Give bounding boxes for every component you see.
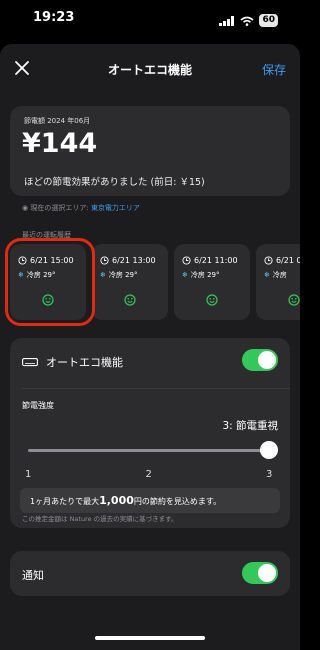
savings-period-label: 節電額 2024 年06月 [24,117,91,125]
snowflake-icon: ❄ [100,271,106,279]
toggle-knob [258,351,276,369]
notification-label: 通知 [22,569,44,582]
snowflake-icon: ❄ [182,271,188,279]
savings-amount: ¥144 [22,128,98,159]
clock-icon [100,256,109,265]
estimate-prefix: 1ヶ月あたりで最大 [30,497,100,506]
smile-icon [206,291,218,310]
smile-icon [124,291,136,310]
toggle-knob [258,564,276,582]
auto-eco-toggle[interactable] [242,349,278,371]
wifi-icon [240,11,254,30]
history-card[interactable]: 6/21 09 ❄ 冷房 [256,244,300,320]
page-title: オートエコ機能 [107,63,192,77]
strength-value: 3: 節電重視 [222,420,278,432]
status-icons: 60 [219,11,278,30]
home-indicator [95,636,205,640]
auto-eco-label: オートエコ機能 [46,356,123,369]
highlight-annotation [5,238,95,326]
estimate-box: 1ヶ月あたりで最大1,000円の節約を見込めます。 [20,488,280,513]
status-time: 19:23 [33,10,75,25]
area-prefix: 現在の選択エリア: [30,204,91,212]
save-button[interactable]: 保存 [262,61,286,78]
clock-icon [182,256,191,265]
location-pin-icon: ◉ [22,204,29,212]
slider-tick-label: 2 [145,469,152,480]
history-time: 6/21 09 [276,256,300,265]
estimate-suffix: 円の節約を見込めます。 [133,497,222,506]
signal-icon [219,11,235,30]
clock-icon [264,256,273,265]
estimate-amount: 1,000 [99,494,134,507]
smile-icon [288,291,300,310]
slider-tick-label: 1 [25,469,32,480]
strength-label: 節電強度 [22,401,54,410]
air-conditioner-icon [22,353,38,372]
footnote: この推定金額は Nature の過去の実績に基づきます。 [22,515,178,523]
history-mode: 冷房 29° [190,271,220,279]
auto-eco-card: オートエコ機能 節電強度 3: 節電重視 1 2 3 1ヶ月あたりで最大1,00… [10,338,290,528]
history-card[interactable]: 6/21 13:00 ❄ 冷房 29° [92,244,168,320]
history-time: 6/21 11:00 [194,256,238,265]
auto-eco-sheet: オートエコ機能 保存 節電額 2024 年06月 ¥144 ほどの節電効果があり… [0,44,300,650]
snowflake-icon: ❄ [264,271,270,279]
divider [22,388,290,389]
strength-slider[interactable] [28,449,269,452]
savings-description: ほどの節電効果がありました (前日: ￥15) [24,177,205,188]
area-line: ◉ 現在の選択エリア: 東京電力エリア [22,203,140,213]
nav-bar: オートエコ機能 保存 [0,44,300,94]
status-bar: 19:23 60 [0,0,300,42]
history-time: 6/21 13:00 [112,256,156,265]
history-mode: 冷房 [272,271,287,279]
slider-thumb[interactable] [260,441,278,459]
history-card[interactable]: 6/21 11:00 ❄ 冷房 29° [174,244,250,320]
notification-card: 通知 [10,551,290,596]
slider-tick-label: 3 [266,469,273,480]
area-link[interactable]: 東京電力エリア [91,204,140,212]
history-mode: 冷房 29° [108,271,138,279]
notification-toggle[interactable] [242,562,278,584]
battery-icon: 60 [259,14,278,27]
savings-card: 節電額 2024 年06月 ¥144 ほどの節電効果がありました (前日: ￥1… [10,106,290,196]
